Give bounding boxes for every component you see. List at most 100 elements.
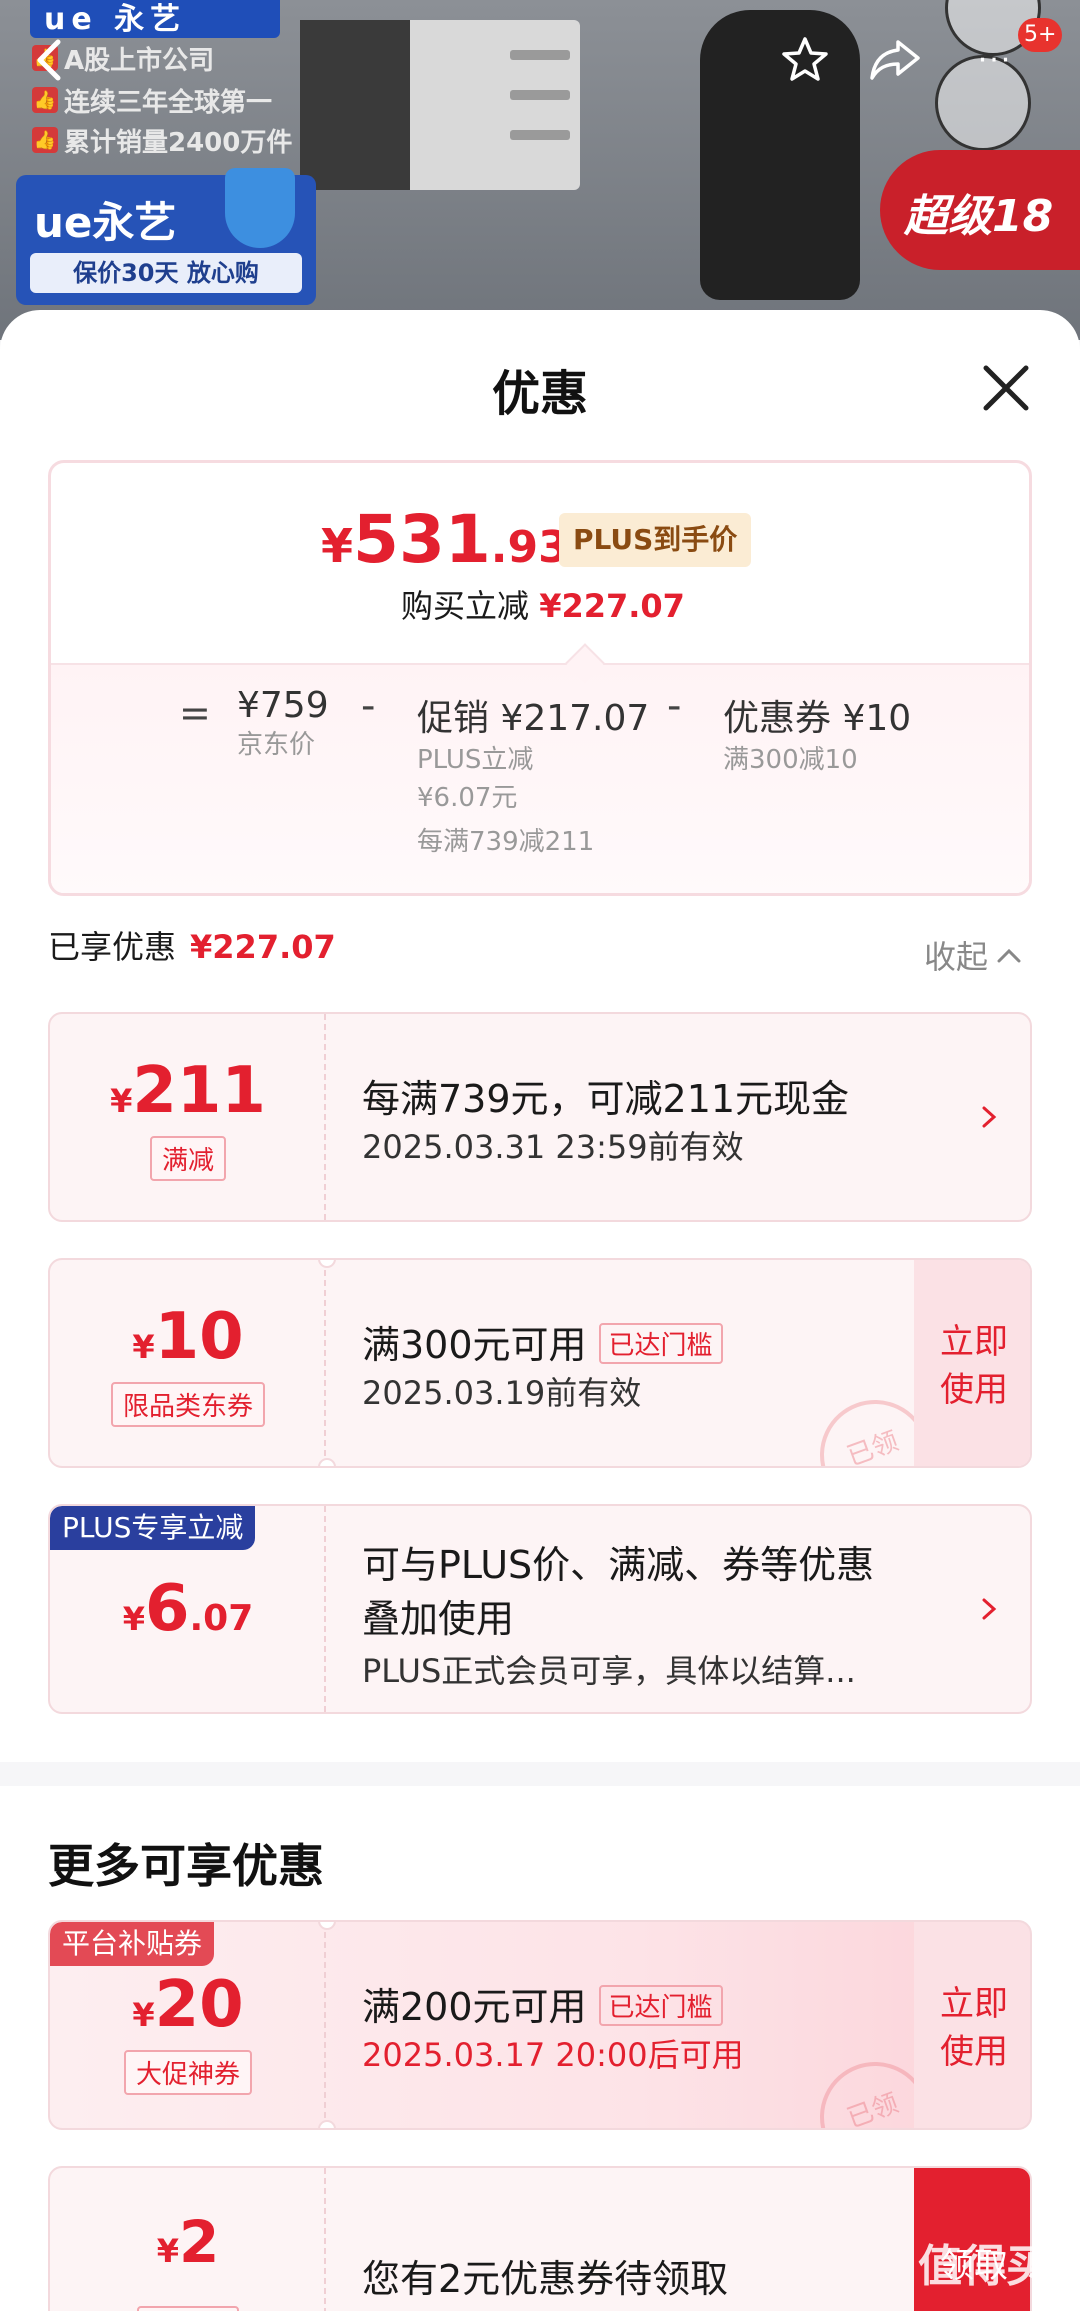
minus-sign: -: [667, 683, 682, 729]
coupon-type-tag: 大促神券: [123, 2050, 253, 2095]
hero-tagline-text: 累计销量2400万件: [64, 127, 293, 158]
coupon-amount: ¥10: [50, 1300, 326, 1374]
coupon-amount: 优惠券 ¥10: [723, 698, 912, 739]
coupon-value: 2: [178, 2208, 220, 2276]
notification-badge: 5+: [1018, 18, 1063, 52]
promo-column: 促销 ¥217.07 PLUS立减 ¥6.07元 每满739减211: [417, 689, 649, 861]
coupon-card-category: ¥10 限品类东券 满300元可用 已达门槛 2025.03.19前有效 已领 立…: [48, 1258, 1032, 1468]
price-summary-card: ¥ 531 .93 PLUS到手价 购买立减 ¥227.07 = ¥759 京东…: [48, 460, 1032, 896]
equals-sign: =: [179, 691, 211, 735]
close-icon: [983, 365, 1029, 411]
coupon-validity: 2025.03.31 23:59前有效: [362, 1128, 744, 1166]
more-icon: ···: [977, 42, 1013, 78]
instant-cut-label: 购买立减: [401, 587, 530, 625]
final-price: ¥ 531 .93: [321, 501, 569, 578]
coupon-value: 20: [154, 1968, 244, 2042]
hero-tagline-text: A股上市公司: [64, 45, 215, 76]
brand-slogan: 保价30天 放心购: [30, 253, 302, 293]
watermark: 值得买: [918, 2241, 1050, 2292]
cabinet-handle: [510, 90, 570, 100]
coupon-title: 满300元可用 已达门槛: [362, 1314, 723, 1369]
close-button[interactable]: [976, 358, 1036, 418]
currency-symbol: ¥: [321, 519, 354, 573]
thumbs-up-icon: 👍: [32, 87, 58, 113]
discount-sheet: 优惠 ¥ 531 .93 PLUS到手价 购买立减 ¥227.07 = ¥759…: [0, 310, 1080, 2311]
plus-price-tag: PLUS到手价: [559, 513, 752, 567]
jd-price-column: ¥759 京东价: [237, 685, 329, 764]
chevron-up-icon: [997, 948, 1021, 963]
coupon-notch: [318, 2120, 336, 2128]
back-button[interactable]: [20, 30, 80, 90]
brand-name: ue永艺: [34, 198, 177, 247]
coupon-type-tag: 限品类东券: [110, 1382, 266, 1427]
promo-detail: 每满739减211: [417, 827, 595, 857]
chevron-right-icon: [982, 1106, 997, 1128]
coupon-value: 211: [132, 1054, 266, 1128]
shield-icon: [225, 168, 295, 248]
cabinet-shadow: [300, 20, 410, 190]
coupon-title-line-2: 叠加使用: [362, 1597, 515, 1641]
coupon-description: PLUS正式会员可享，具体以结算...: [362, 1652, 856, 1690]
coupon-value: 10: [154, 1300, 244, 1374]
coupon-card-platform: 平台补贴券 ¥20 大促神券 满200元可用 已达门槛 2025.03.17 20…: [48, 1920, 1032, 2130]
cabinet-image: [300, 20, 580, 190]
coupon-amount: ¥6.07: [50, 1572, 326, 1646]
favorite-button[interactable]: [770, 30, 840, 90]
use-now-label: 立即 使用: [940, 1322, 1008, 1410]
thumbs-up-icon: 👍: [32, 127, 58, 153]
star-icon: [782, 37, 828, 81]
coupon-notch: [318, 1458, 336, 1466]
coupon-title-line-1: 可与PLUS价、满减、券等优惠: [362, 1543, 875, 1587]
coupon-column: 优惠券 ¥10 满300减10: [723, 689, 911, 779]
enjoyed-value: ¥227.07: [190, 928, 336, 966]
coupon-title-text: 满200元可用: [362, 1985, 587, 2029]
threshold-reached-tag: 已达门槛: [598, 1323, 723, 1364]
promo-badge: 超级18: [880, 150, 1080, 270]
use-now-button[interactable]: 立即 使用: [914, 1260, 1030, 1466]
use-now-label: 立即 使用: [940, 1984, 1008, 2072]
chevron-right-icon: [982, 1598, 997, 1620]
enjoyed-discount: 已享优惠 ¥227.07: [48, 922, 336, 968]
share-button[interactable]: [860, 30, 930, 90]
promo-amount: 促销 ¥217.07: [417, 698, 650, 739]
price-integer: 531: [353, 501, 491, 578]
currency-symbol: ¥: [110, 1082, 133, 1120]
jd-price-label: 京东价: [237, 730, 316, 760]
instant-cut: 购买立减 ¥227.07: [401, 581, 685, 627]
currency-symbol: ¥: [156, 2232, 179, 2270]
coupon-card-plus[interactable]: PLUS专享立减 ¥6.07 可与PLUS价、满减、券等优惠 叠加使用 PLUS…: [48, 1504, 1032, 1714]
threshold-reached-tag: 已达门槛: [598, 1985, 723, 2026]
more-discounts-title: 更多可享优惠: [48, 1839, 324, 1893]
currency-symbol: ¥: [132, 1328, 155, 1366]
coupon-type-tag: 满减: [149, 1136, 227, 1181]
price-decimal: .93: [490, 522, 569, 573]
minus-sign: -: [361, 683, 376, 729]
coupon-validity: 2025.03.17 20:00后可用: [362, 2036, 744, 2074]
hero-tagline-3: 👍 累计销量2400万件: [32, 122, 292, 158]
collapse-label: 收起: [924, 938, 989, 976]
coupon-validity: 2025.03.19前有效: [362, 1374, 642, 1412]
currency-symbol: ¥: [132, 1996, 155, 2034]
coupon-card-savings: ¥2 省钱卡 您有2元优惠券待领取 领取: [48, 2166, 1032, 2311]
collapse-button[interactable]: 收起: [924, 932, 1022, 978]
cabinet-handle: [510, 130, 570, 140]
sheet-title: 优惠: [491, 366, 588, 422]
coupon-value: 6: [144, 1572, 190, 1646]
cabinet-handle: [510, 50, 570, 60]
hero-tagline-text: 连续三年全球第一: [64, 87, 273, 118]
coupon-title-text: 满300元可用: [362, 1323, 587, 1367]
coupon-detail: 满300减10: [723, 745, 858, 775]
currency-symbol: ¥: [122, 1600, 145, 1638]
coupon-type-tag: 省钱卡: [136, 2306, 240, 2311]
plus-exclusive-tag: PLUS专享立减: [50, 1506, 256, 1550]
coupon-title: 您有2元优惠券待领取: [362, 2257, 729, 2301]
coupon-amount: ¥20: [50, 1968, 326, 2042]
coupon-card-full-reduction[interactable]: ¥211 满减 每满739元，可减211元现金 2025.03.31 23:59…: [48, 1012, 1032, 1222]
coupon-title: 满200元可用 已达门槛: [362, 1976, 723, 2031]
instant-cut-value: ¥227.07: [539, 587, 685, 625]
coupon-amount: ¥2: [50, 2208, 326, 2276]
promo-detail: PLUS立减: [417, 745, 534, 775]
coupon-title: 每满739元，可减211元现金: [362, 1077, 850, 1121]
use-now-button[interactable]: 立即 使用: [914, 1922, 1030, 2128]
coupon-amount: ¥211: [50, 1054, 326, 1128]
